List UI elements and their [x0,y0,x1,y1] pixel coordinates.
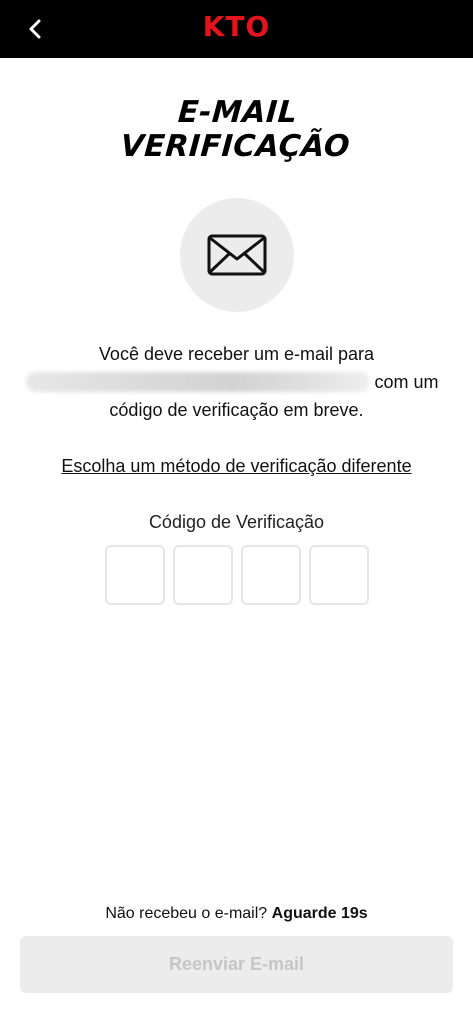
page-title-line1: E-MAIL [176,95,299,130]
top-bar: KTO [0,0,473,58]
alt-verification-method-link[interactable]: Escolha um método de verificação diferen… [0,456,473,477]
message-line2-suffix: com um [374,372,439,392]
page-title: E-MAIL VERIFICAÇÃO [0,95,473,164]
resend-prompt: Não recebeu o e-mail? [105,905,268,922]
masked-email [26,372,371,392]
page-title-line2: VERIFICAÇÃO [119,129,352,164]
code-digit-input[interactable] [173,545,233,605]
resend-email-button[interactable]: Reenviar E-mail [20,936,453,993]
resend-info: Não recebeu o e-mail? Aguarde 19s [0,905,473,923]
code-digit-input[interactable] [309,545,369,605]
kto-logo: KTO [202,10,271,43]
code-digit-input[interactable] [105,545,165,605]
message-line3: código de verificação em breve. [109,400,364,420]
envelope-badge [180,198,294,312]
envelope-icon [207,234,267,276]
resend-countdown: Aguarde 19s [271,905,368,922]
message-line2: com um [20,368,453,396]
verification-message: Você deve receber um e-mail para com um … [20,340,453,424]
message-line1: Você deve receber um e-mail para [98,344,375,364]
code-digit-input[interactable] [241,545,301,605]
verification-code-input [105,545,369,605]
verification-code-label: Código de Verificação [148,512,325,532]
